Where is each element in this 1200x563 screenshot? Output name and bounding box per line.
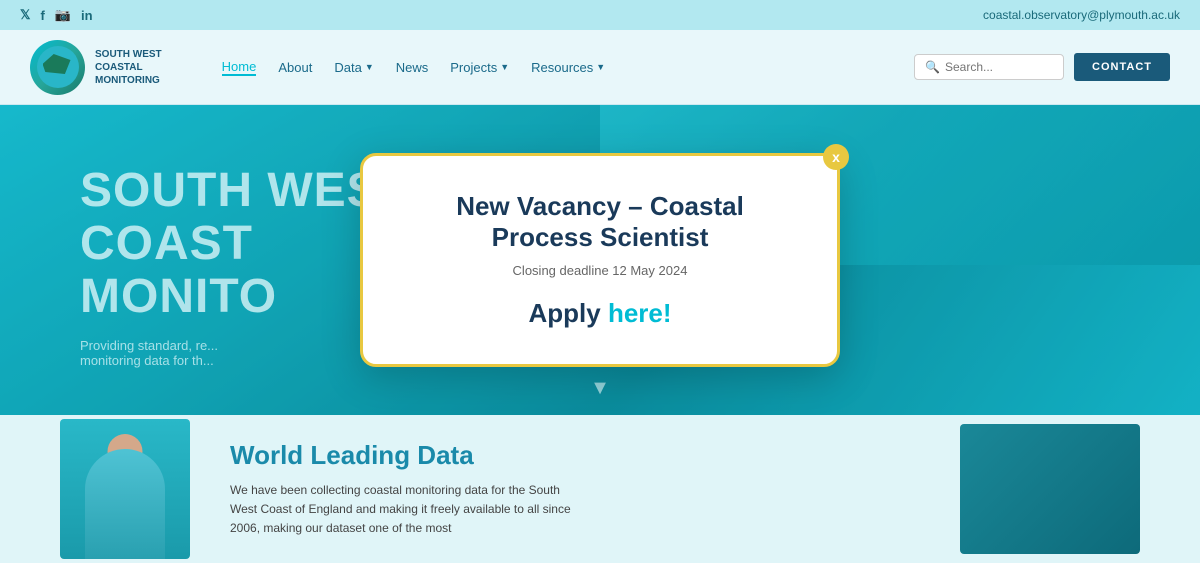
social-icons: 𝕏 f 📷 in (20, 7, 93, 23)
nav-projects[interactable]: Projects ▼ (450, 60, 509, 75)
nav-resources[interactable]: Resources ▼ (531, 60, 605, 75)
person-silhouette (85, 449, 165, 559)
instagram-icon[interactable]: 📷 (55, 7, 71, 23)
logo-inner (37, 46, 79, 88)
modal-title: New Vacancy – Coastal Process Scientist (413, 191, 787, 253)
modal-deadline: Closing deadline 12 May 2024 (413, 263, 787, 278)
search-icon: 🔍 (925, 60, 940, 74)
search-input[interactable] (945, 60, 1053, 74)
bottom-text-area: World Leading Data We have been collecti… (230, 440, 920, 539)
modal-overlay: x New Vacancy – Coastal Process Scientis… (0, 105, 1200, 415)
nav-home[interactable]: Home (222, 59, 257, 76)
section-title: World Leading Data (230, 440, 920, 471)
modal-apply-link[interactable]: here! (608, 298, 672, 328)
hero-section: SOUTH WESTCOASTMONITO Providing standard… (0, 105, 1200, 415)
logo-shape (43, 54, 71, 74)
nav-about[interactable]: About (278, 60, 312, 75)
projects-dropdown-arrow: ▼ (500, 62, 509, 72)
resources-dropdown-arrow: ▼ (596, 62, 605, 72)
logo-area[interactable]: SOUTH WESTCOASTALMONITORING (30, 40, 162, 95)
contact-button[interactable]: CONTACT (1074, 53, 1170, 81)
search-box[interactable]: 🔍 (914, 54, 1064, 80)
top-bar: 𝕏 f 📷 in coastal.observatory@plymouth.ac… (0, 0, 1200, 30)
modal-apply: Apply here! (413, 298, 787, 329)
logo-text: SOUTH WESTCOASTALMONITORING (95, 48, 162, 87)
bottom-right-image (960, 424, 1140, 554)
nav-bar: SOUTH WESTCOASTALMONITORING Home About D… (0, 30, 1200, 105)
bottom-section: World Leading Data We have been collecti… (0, 415, 1200, 563)
nav-data[interactable]: Data ▼ (334, 60, 373, 75)
facebook-icon[interactable]: f (40, 8, 44, 23)
section-description: We have been collecting coastal monitori… (230, 481, 590, 539)
vacancy-modal: x New Vacancy – Coastal Process Scientis… (360, 153, 840, 367)
twitter-icon[interactable]: 𝕏 (20, 7, 30, 23)
search-area: 🔍 CONTACT (914, 53, 1170, 81)
nav-links: Home About Data ▼ News Projects ▼ Resour… (222, 59, 914, 76)
linkedin-icon[interactable]: in (81, 8, 93, 23)
nav-news[interactable]: News (396, 60, 429, 75)
data-dropdown-arrow: ▼ (365, 62, 374, 72)
email-address: coastal.observatory@plymouth.ac.uk (983, 8, 1180, 22)
logo-circle (30, 40, 85, 95)
modal-close-button[interactable]: x (823, 144, 849, 170)
person-image (60, 419, 190, 559)
